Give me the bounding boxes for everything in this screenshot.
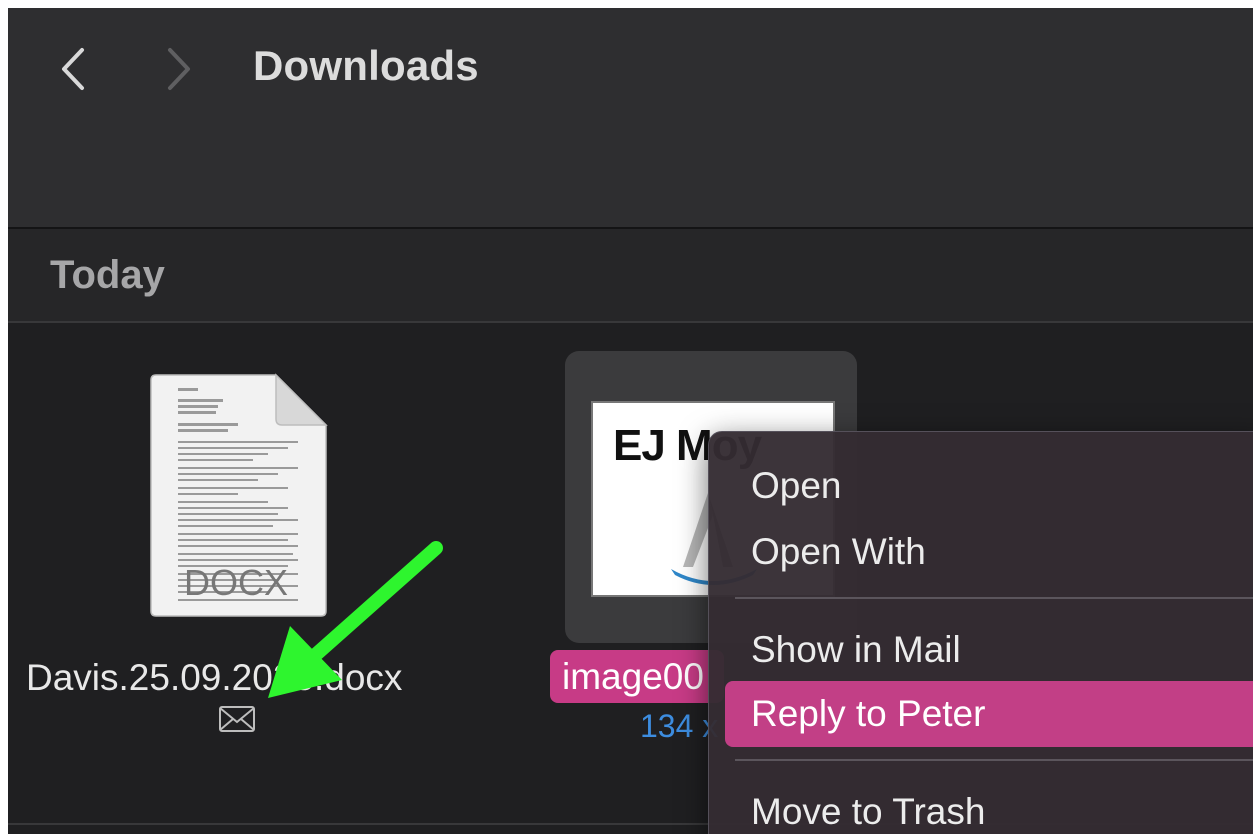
- docx-icon-label: DOCX: [184, 562, 288, 603]
- menu-item-reply[interactable]: Reply to Peter: [725, 681, 1253, 747]
- toolbar: Downloads: [8, 8, 1253, 229]
- window-title: Downloads: [253, 42, 479, 89]
- docx-file-icon: DOCX: [150, 373, 328, 617]
- chevron-right-icon[interactable]: [158, 44, 198, 94]
- menu-item-show-in-mail[interactable]: Show in Mail: [725, 617, 1253, 683]
- finder-window: Downloads Today DOCX Davis.25.09.2023.do…: [8, 8, 1253, 834]
- menu-item-open-with[interactable]: Open With: [725, 519, 1253, 585]
- menu-separator: [735, 597, 1253, 599]
- section-title: Today: [50, 253, 165, 297]
- chevron-left-icon[interactable]: [54, 44, 94, 94]
- menu-item-move-to-trash[interactable]: Move to Trash: [725, 779, 1253, 834]
- file-meta: 134 x: [640, 708, 719, 744]
- context-menu: Open Open With Show in Mail Reply to Pet…: [708, 431, 1253, 834]
- envelope-icon: [219, 706, 255, 732]
- menu-separator: [735, 759, 1253, 761]
- menu-item-open[interactable]: Open: [725, 453, 1253, 519]
- section-header: Today: [8, 229, 1253, 323]
- file-name: Davis.25.09.2023.docx: [26, 657, 403, 698]
- file-name-selected[interactable]: image00: [550, 650, 724, 703]
